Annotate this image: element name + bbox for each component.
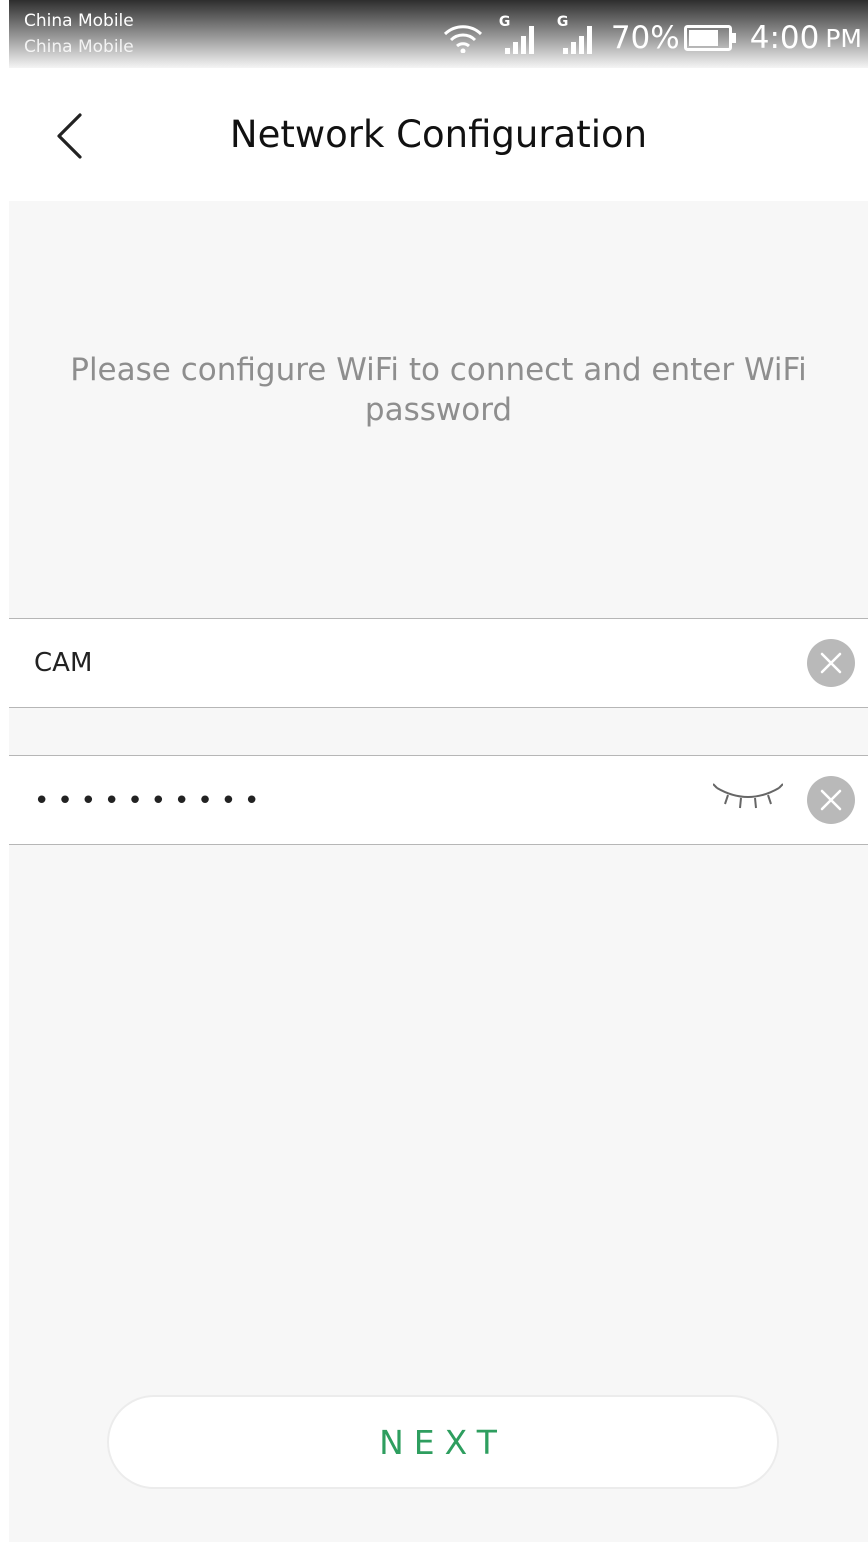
- signal-icon-1: G: [497, 14, 541, 60]
- status-bar: China Mobile China Mobile G G 70% 4:00 P…: [9, 0, 868, 68]
- status-icons: G G 70% 4:00 PM: [443, 14, 862, 60]
- wifi-icon: [443, 23, 483, 53]
- toggle-password-visibility-button[interactable]: [712, 780, 784, 820]
- app-header: Network Configuration: [9, 68, 868, 201]
- clear-password-button[interactable]: [807, 776, 855, 824]
- wifi-ssid-field[interactable]: CAM: [9, 618, 868, 708]
- clear-ssid-button[interactable]: [807, 639, 855, 687]
- close-icon: [820, 789, 842, 811]
- page-title: Network Configuration: [229, 113, 648, 156]
- password-input[interactable]: ••••••••••: [34, 784, 267, 818]
- app-screen: China Mobile China Mobile G G 70% 4:00 P…: [9, 0, 868, 1542]
- ssid-input[interactable]: CAM: [34, 643, 92, 683]
- battery-icon: [683, 25, 738, 51]
- clock-ampm: PM: [825, 23, 862, 53]
- next-button[interactable]: NEXT: [107, 1395, 779, 1489]
- carrier-label-2: China Mobile: [24, 37, 134, 57]
- wifi-password-field[interactable]: ••••••••••: [9, 755, 868, 845]
- eye-closed-icon: [712, 783, 784, 809]
- clock-time: 4:00: [749, 20, 820, 56]
- close-icon: [820, 652, 842, 674]
- instruction-text: Please configure WiFi to connect and ent…: [70, 352, 807, 428]
- carrier-label-1: China Mobile: [24, 11, 134, 31]
- battery-percent: 70%: [610, 20, 680, 56]
- signal-icon-2: G: [555, 14, 599, 60]
